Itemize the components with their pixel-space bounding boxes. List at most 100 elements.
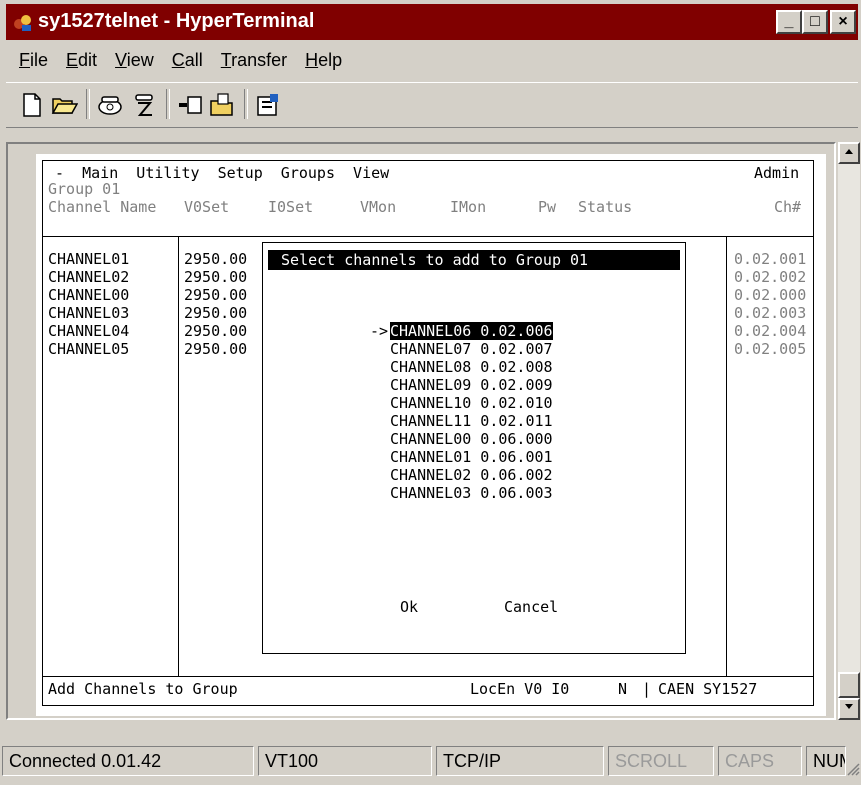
channel-option[interactable]: CHANNEL11 0.02.011 [390, 412, 553, 430]
menu-call-label: all [184, 50, 203, 70]
status-num: NUM [806, 746, 846, 776]
scroll-thumb[interactable] [838, 672, 860, 698]
window-title: sy1527telnet - HyperTerminal [38, 10, 315, 32]
row-ch: 0.02.002 [734, 268, 807, 286]
menu-edit[interactable]: Edit [57, 46, 106, 76]
channel-option[interactable]: CHANNEL02 0.06.002 [390, 466, 553, 484]
footer-action: Add Channels to Group [48, 680, 238, 698]
menu-edit-label: dit [78, 50, 98, 70]
menu-call[interactable]: Call [163, 46, 212, 76]
group-label: Group 01 [48, 180, 121, 198]
menu-edit-mnemonic: E [66, 50, 79, 70]
footer-pw: N [618, 680, 628, 698]
row-v0set[interactable]: 2950.00 [184, 268, 247, 286]
channel-option[interactable]: CHANNEL07 0.02.007 [390, 340, 553, 358]
channel-option[interactable]: CHANNEL03 0.06.003 [390, 484, 553, 502]
status-bar: Connected 0.01.42 VT100 TCP/IP SCROLL CA… [0, 740, 861, 785]
row-ch: 0.02.003 [734, 304, 807, 322]
menu-help[interactable]: Help [296, 46, 351, 76]
header-channel-name: Channel Name [48, 198, 157, 216]
row-name[interactable]: CHANNEL02 [48, 268, 129, 286]
terminal-user-label: Admin [754, 164, 800, 182]
menu-transfer-label: ransfer [231, 50, 288, 70]
menu-help-mnemonic: H [305, 50, 319, 70]
row-name[interactable]: CHANNEL00 [48, 286, 129, 304]
row-v0set[interactable]: 2950.00 [184, 340, 247, 358]
disconnect-icon[interactable] [130, 91, 158, 119]
scroll-up-button[interactable] [838, 142, 860, 164]
send-icon[interactable] [176, 91, 204, 119]
footer-divider [42, 676, 814, 677]
row-ch: 0.02.005 [734, 340, 807, 358]
title-bar[interactable]: sy1527telnet - HyperTerminal _ □ × [6, 4, 858, 40]
receive-icon[interactable] [208, 91, 236, 119]
channel-option[interactable]: CHANNEL01 0.06.001 [390, 448, 553, 466]
menu-transfer[interactable]: Transfer [212, 46, 296, 76]
terminal-screen[interactable]: - Main Utility Setup Groups View Admin G… [36, 154, 826, 716]
menu-file-label: ile [30, 50, 49, 70]
menu-help-label: elp [318, 50, 343, 70]
channel-option[interactable]: CHANNEL09 0.02.009 [390, 376, 553, 394]
status-emulation: VT100 [258, 746, 432, 776]
header-ch: Ch# [774, 198, 802, 216]
status-protocol: TCP/IP [436, 746, 604, 776]
menu-view-mnemonic: V [115, 50, 127, 70]
row-name[interactable]: CHANNEL03 [48, 304, 129, 322]
resize-grip-icon[interactable] [846, 762, 860, 776]
row-v0set[interactable]: 2950.00 [184, 304, 247, 322]
channel-option[interactable]: CHANNEL00 0.06.000 [390, 430, 553, 448]
row-ch: 0.02.004 [734, 322, 807, 340]
maximize-button[interactable]: □ [802, 10, 828, 34]
hyperterminal-app-icon [14, 15, 31, 31]
row-name[interactable]: CHANNEL01 [48, 250, 129, 268]
header-pw: Pw [538, 198, 557, 216]
channel-option[interactable]: CHANNEL10 0.02.010 [390, 394, 553, 412]
row-name[interactable]: CHANNEL04 [48, 322, 129, 340]
menu-file[interactable]: File [10, 46, 57, 76]
footer-locen: LocEn V0 I0 [470, 680, 570, 698]
arrow-up-icon [845, 149, 853, 154]
row-v0set[interactable]: 2950.00 [184, 322, 247, 340]
column-divider [178, 236, 179, 676]
menu-call-mnemonic: C [171, 50, 185, 70]
menu-file-mnemonic: F [19, 50, 30, 70]
menu-view[interactable]: View [106, 46, 163, 76]
header-status: Status [578, 198, 633, 216]
header-i0set: I0Set [268, 198, 314, 216]
footer-separator: | [642, 680, 652, 698]
status-scroll: SCROLL [608, 746, 714, 776]
vertical-scrollbar[interactable] [838, 142, 860, 720]
row-v0set[interactable]: 2950.00 [184, 286, 247, 304]
minimize-button[interactable]: _ [776, 10, 802, 34]
connect-icon[interactable] [96, 91, 124, 119]
menu-view-label: iew [126, 50, 154, 70]
channel-option-selected[interactable]: CHANNEL06 0.02.006 [390, 322, 553, 340]
scroll-down-button[interactable] [838, 698, 860, 720]
header-divider [42, 236, 814, 237]
status-caps: CAPS [718, 746, 802, 776]
close-button[interactable]: × [830, 10, 856, 34]
row-ch: 0.02.000 [734, 286, 807, 304]
hyperterminal-window: sy1527telnet - HyperTerminal _ □ × File … [0, 0, 861, 785]
ok-button[interactable]: Ok [400, 598, 418, 616]
cancel-button[interactable]: Cancel [504, 598, 558, 616]
header-v0set: V0Set [184, 198, 230, 216]
toolbar [6, 82, 858, 128]
new-icon[interactable] [18, 91, 46, 119]
toolbar-separator [166, 89, 170, 119]
row-ch: 0.02.001 [734, 250, 807, 268]
row-v0set[interactable]: 2950.00 [184, 250, 247, 268]
footer-crate: CAEN SY1527 [658, 680, 758, 698]
properties-icon[interactable] [254, 91, 282, 119]
status-connected: Connected 0.01.42 [2, 746, 254, 776]
arrow-down-icon [845, 704, 853, 709]
row-name[interactable]: CHANNEL05 [48, 340, 129, 358]
channel-option[interactable]: CHANNEL08 0.02.008 [390, 358, 553, 376]
dialog-title: Select channels to add to Group 01 [272, 251, 589, 269]
header-vmon: VMon [360, 198, 397, 216]
header-imon: IMon [450, 198, 487, 216]
toolbar-separator [86, 89, 90, 119]
menu-transfer-mnemonic: T [220, 50, 232, 70]
open-icon[interactable] [50, 91, 78, 119]
menu-bar: File Edit View Call Transfer Help [10, 46, 351, 76]
